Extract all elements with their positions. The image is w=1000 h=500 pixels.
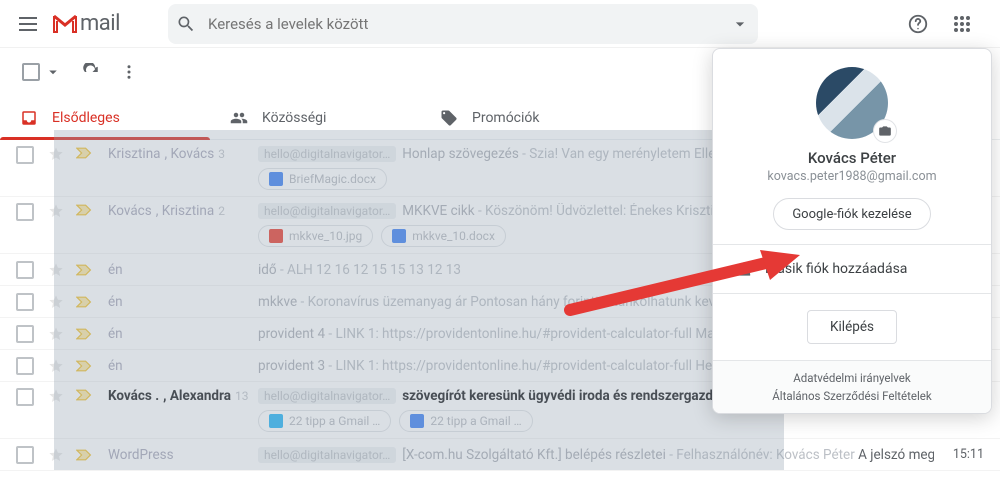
more-icon	[120, 63, 138, 81]
attachment-chip[interactable]: mkkve_10.docx	[381, 225, 506, 247]
star-button[interactable]	[46, 447, 66, 463]
signout-button[interactable]: Kilépés	[807, 310, 897, 344]
row-checkbox[interactable]	[16, 146, 34, 164]
person-add-icon	[731, 259, 751, 279]
tab-primary[interactable]: Elsődleges	[0, 96, 210, 139]
select-all-checkbox[interactable]	[22, 63, 40, 81]
select-dropdown-icon[interactable]	[44, 63, 62, 81]
inbox-icon	[20, 109, 38, 127]
email-sender: Kovács, Krisztina 2	[108, 203, 258, 219]
importance-marker[interactable]	[76, 388, 94, 402]
refresh-icon	[82, 63, 100, 81]
tos-link[interactable]: Általános Szerződési Feltételek	[772, 389, 931, 403]
tab-social[interactable]: Közösségi	[210, 96, 420, 139]
star-button[interactable]	[46, 358, 66, 374]
star-button[interactable]	[46, 388, 66, 404]
tab-promotions[interactable]: Promóciók	[420, 96, 630, 139]
logo-text: mail	[80, 11, 120, 36]
importance-marker[interactable]	[76, 263, 94, 277]
draft-label: hello@digitalnavigator…	[258, 203, 396, 219]
tag-icon	[440, 109, 458, 127]
email-row[interactable]: WordPress hello@digitalnavigator…[X-com.…	[0, 439, 1000, 471]
file-icon	[410, 414, 424, 428]
tab-promotions-label: Promóciók	[472, 110, 540, 126]
importance-marker[interactable]	[76, 327, 94, 341]
star-button[interactable]	[46, 203, 66, 219]
account-name: Kovács Péter	[808, 149, 896, 167]
importance-marker[interactable]	[76, 295, 94, 309]
apps-button[interactable]	[944, 6, 980, 42]
star-button[interactable]	[46, 294, 66, 310]
add-account-label: Másik fiók hozzáadása	[765, 261, 907, 277]
search-icon	[176, 14, 196, 34]
privacy-link[interactable]: Adatvédelmi irányelvek	[793, 371, 910, 385]
file-icon	[392, 229, 406, 243]
email-sender: én	[108, 294, 258, 310]
row-checkbox[interactable]	[16, 388, 34, 406]
add-account-button[interactable]: Másik fiók hozzáadása	[713, 244, 991, 293]
importance-marker[interactable]	[76, 448, 94, 462]
email-body: hello@digitalnavigator…[X-com.hu Szolgál…	[258, 447, 934, 463]
search-bar[interactable]	[168, 4, 758, 44]
row-checkbox[interactable]	[16, 261, 34, 279]
gmail-logo[interactable]: mail	[52, 11, 120, 36]
attachment-chip[interactable]: BriefMagic.docx	[258, 168, 387, 190]
main-menu-button[interactable]	[8, 4, 48, 44]
apps-icon	[953, 15, 971, 33]
search-options-icon[interactable]	[730, 14, 750, 34]
refresh-button[interactable]	[82, 63, 100, 81]
importance-marker[interactable]	[76, 359, 94, 373]
account-popover: Kovács Péter kovacs.peter1988@gmail.com …	[712, 48, 992, 414]
row-checkbox[interactable]	[16, 446, 34, 464]
account-email: kovacs.peter1988@gmail.com	[767, 169, 936, 184]
attachment-chip[interactable]: mkkve_10.jpg	[258, 225, 373, 247]
more-button[interactable]	[120, 63, 138, 81]
manage-account-button[interactable]: Google-fiók kezelése	[773, 198, 930, 230]
email-sender: Kovács ., Alexandra 13	[108, 388, 258, 404]
email-time: 15:11	[934, 447, 984, 462]
row-checkbox[interactable]	[16, 293, 34, 311]
people-icon	[230, 109, 248, 127]
email-sender: Krisztina, Kovács 3	[108, 146, 258, 162]
row-checkbox[interactable]	[16, 203, 34, 221]
tab-primary-label: Elsődleges	[52, 110, 120, 126]
file-icon	[269, 414, 283, 428]
change-avatar-button[interactable]	[873, 119, 897, 143]
help-icon	[907, 13, 929, 35]
attachment-chip[interactable]: 22 tipp a Gmail …	[258, 410, 391, 432]
importance-marker[interactable]	[76, 146, 94, 160]
email-sender: én	[108, 358, 258, 374]
draft-label: hello@digitalnavigator…	[258, 388, 396, 404]
attachment-chip[interactable]: 22 tipp a Gmail …	[399, 410, 532, 432]
help-button[interactable]	[900, 6, 936, 42]
row-checkbox[interactable]	[16, 325, 34, 343]
search-input[interactable]	[208, 15, 730, 33]
star-button[interactable]	[46, 326, 66, 342]
camera-icon	[878, 124, 892, 138]
draft-label: hello@digitalnavigator…	[258, 146, 396, 162]
file-icon	[269, 172, 283, 186]
star-button[interactable]	[46, 146, 66, 162]
importance-marker[interactable]	[76, 203, 94, 217]
file-icon	[269, 229, 283, 243]
gmail-logo-icon	[52, 14, 78, 34]
email-sender: WordPress	[108, 447, 258, 463]
star-button[interactable]	[46, 262, 66, 278]
email-sender: én	[108, 326, 258, 342]
email-sender: én	[108, 262, 258, 278]
row-checkbox[interactable]	[16, 357, 34, 375]
tab-social-label: Közösségi	[262, 110, 326, 126]
draft-label: hello@digitalnavigator…	[258, 447, 396, 463]
